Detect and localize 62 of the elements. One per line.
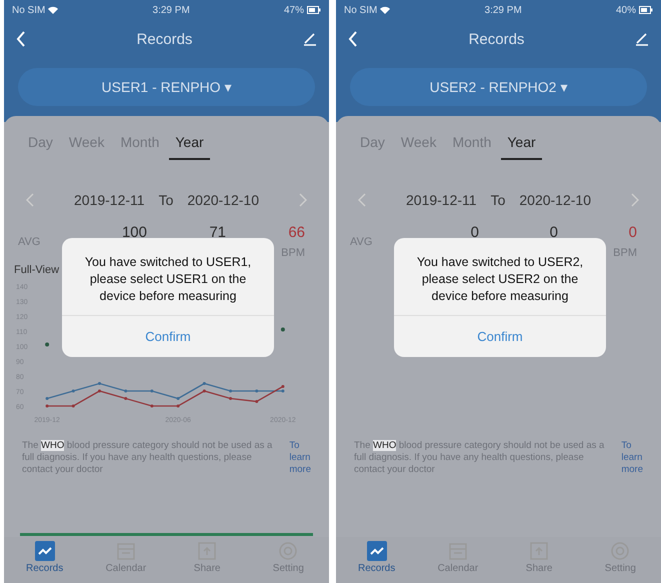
point: [45, 342, 50, 346]
period-tab[interactable]: Year: [501, 130, 542, 160]
battery-percent: 47%: [284, 4, 304, 16]
carrier-label: No SIM: [12, 4, 46, 16]
disclaimer-text: The WHO blood pressure category should not be used as a full diagnosis. If you have any health questions, please contact your doctor: [354, 440, 606, 476]
point: [255, 400, 258, 403]
average-value: 100: [122, 224, 147, 241]
start-date[interactable]: 2019-12-11: [74, 192, 145, 208]
average-value: 0: [628, 224, 637, 241]
point: [176, 397, 180, 400]
chart-icon: [366, 541, 387, 561]
point: [202, 382, 206, 385]
point: [281, 385, 284, 388]
average-value: 0: [550, 224, 558, 241]
period-tab[interactable]: Year: [169, 130, 210, 160]
point: [124, 390, 128, 392]
battery-icon: [638, 6, 653, 14]
battery-percent: 40%: [616, 4, 636, 16]
start-date[interactable]: 2019-12-11: [406, 192, 477, 208]
confirm-button[interactable]: Confirm: [62, 315, 274, 357]
chart-icon: [34, 541, 55, 561]
point: [46, 404, 49, 408]
wifi-icon: [380, 6, 390, 14]
dialog-message: You have switched to USER1, please select USER1 on the device before measuring: [84, 254, 252, 305]
screen-title: Records: [468, 30, 524, 48]
user-selector[interactable]: USER2 - RENPHO2 ▾: [350, 68, 647, 106]
end-date[interactable]: 2020-12-10: [519, 192, 591, 208]
point: [280, 328, 285, 332]
back-icon[interactable]: [348, 31, 358, 47]
status-time: 3:29 PM: [152, 4, 190, 16]
battery-icon: [306, 6, 321, 14]
learn-more-link[interactable]: To learn more: [289, 440, 311, 476]
point: [46, 397, 49, 400]
tab-bar-item[interactable]: Records: [4, 537, 86, 583]
tab-bar-item[interactable]: Records: [336, 537, 418, 583]
carrier-label: No SIM: [344, 4, 378, 16]
screen-title: Records: [136, 30, 192, 48]
to-label: To: [158, 192, 174, 208]
edit-icon[interactable]: [302, 32, 317, 46]
wifi-icon: [48, 6, 58, 14]
average-value: 0: [470, 224, 479, 241]
disclaimer-text: The WHO blood pressure category should not be used as a full diagnosis. If you have any health questions, please contact your doctor: [22, 440, 274, 476]
learn-more-link[interactable]: To learn more: [621, 440, 643, 476]
average-value: 66: [288, 224, 305, 241]
status-time: 3:29 PM: [484, 4, 522, 16]
to-label: To: [490, 192, 506, 208]
point: [176, 404, 180, 408]
point: [202, 390, 206, 392]
back-icon[interactable]: [16, 31, 26, 47]
point: [150, 404, 154, 408]
user-selector[interactable]: USER1 - RENPHO ▾: [18, 68, 315, 106]
point: [72, 390, 75, 392]
chart-title: Full-View: [14, 264, 60, 276]
point: [72, 404, 75, 408]
average-value: 71: [209, 224, 226, 241]
dialog-message: You have switched to USER2, please select USER2 on the device before measuring: [416, 254, 584, 305]
point: [281, 390, 284, 392]
end-date[interactable]: 2020-12-10: [187, 192, 259, 208]
point: [255, 390, 258, 392]
confirm-button[interactable]: Confirm: [394, 315, 606, 357]
edit-icon[interactable]: [634, 32, 649, 46]
point: [124, 397, 128, 400]
